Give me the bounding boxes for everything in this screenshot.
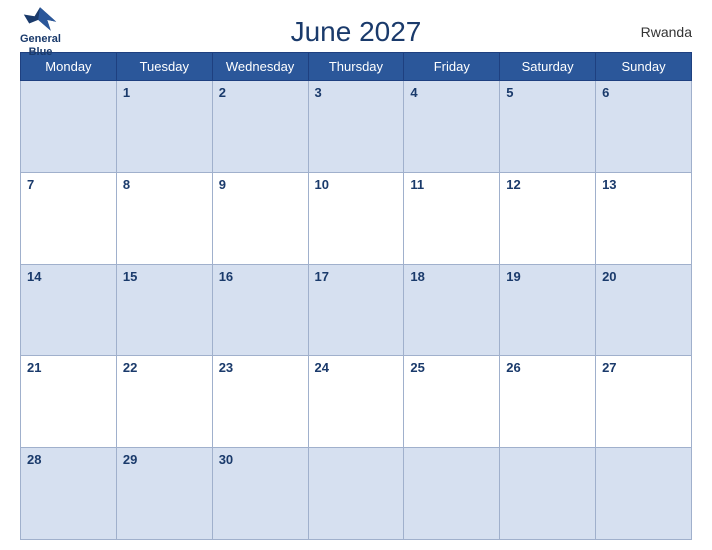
calendar-cell: 16 (212, 264, 308, 356)
calendar-cell: 22 (116, 356, 212, 448)
calendar-cell: 9 (212, 172, 308, 264)
day-number: 27 (602, 360, 616, 375)
day-number: 17 (315, 269, 329, 284)
calendar-week-row: 7 8 9 10 11 12 13 (21, 172, 692, 264)
weekday-header-sunday: Sunday (596, 53, 692, 81)
day-number: 30 (219, 452, 233, 467)
day-number: 14 (27, 269, 41, 284)
day-number: 4 (410, 85, 417, 100)
calendar-week-row: 21 22 23 24 25 26 27 (21, 356, 692, 448)
calendar-cell: 14 (21, 264, 117, 356)
calendar-cell: 10 (308, 172, 404, 264)
calendar-cell: 27 (596, 356, 692, 448)
calendar-week-row: 28 29 30 (21, 448, 692, 540)
weekday-header-saturday: Saturday (500, 53, 596, 81)
weekday-header-tuesday: Tuesday (116, 53, 212, 81)
calendar-cell: 5 (500, 81, 596, 173)
day-number: 15 (123, 269, 137, 284)
day-number: 19 (506, 269, 520, 284)
logo-line1: General (20, 33, 61, 46)
calendar-cell: 8 (116, 172, 212, 264)
calendar-cell: 7 (21, 172, 117, 264)
day-number: 1 (123, 85, 130, 100)
calendar-cell: 6 (596, 81, 692, 173)
day-number: 6 (602, 85, 609, 100)
logo: General Blue (20, 5, 61, 59)
day-number: 2 (219, 85, 226, 100)
calendar-cell: 20 (596, 264, 692, 356)
calendar-title: June 2027 (291, 16, 422, 48)
calendar-header: General Blue June 2027 Rwanda (20, 16, 692, 48)
day-number: 16 (219, 269, 233, 284)
calendar-cell: 17 (308, 264, 404, 356)
day-number: 13 (602, 177, 616, 192)
day-number: 11 (410, 177, 424, 192)
weekday-header-friday: Friday (404, 53, 500, 81)
calendar-cell: 18 (404, 264, 500, 356)
calendar-cell: 13 (596, 172, 692, 264)
day-number: 3 (315, 85, 322, 100)
weekday-header-thursday: Thursday (308, 53, 404, 81)
day-number: 5 (506, 85, 513, 100)
calendar-cell: 12 (500, 172, 596, 264)
calendar-week-row: 1 2 3 4 5 6 (21, 81, 692, 173)
weekday-header-wednesday: Wednesday (212, 53, 308, 81)
calendar-cell: 2 (212, 81, 308, 173)
calendar-cell: 11 (404, 172, 500, 264)
day-number: 25 (410, 360, 424, 375)
calendar-table: MondayTuesdayWednesdayThursdayFridaySatu… (20, 52, 692, 540)
calendar-cell (500, 448, 596, 540)
calendar-cell: 21 (21, 356, 117, 448)
day-number: 8 (123, 177, 130, 192)
day-number: 29 (123, 452, 137, 467)
calendar-cell: 28 (21, 448, 117, 540)
day-number: 20 (602, 269, 616, 284)
day-number: 23 (219, 360, 233, 375)
calendar-cell: 30 (212, 448, 308, 540)
day-number: 9 (219, 177, 226, 192)
calendar-cell (21, 81, 117, 173)
calendar-cell: 1 (116, 81, 212, 173)
calendar-cell: 4 (404, 81, 500, 173)
day-number: 7 (27, 177, 34, 192)
calendar-cell: 15 (116, 264, 212, 356)
calendar-cell: 3 (308, 81, 404, 173)
calendar-cell (308, 448, 404, 540)
calendar-cell: 25 (404, 356, 500, 448)
day-number: 22 (123, 360, 137, 375)
calendar-cell: 24 (308, 356, 404, 448)
day-number: 12 (506, 177, 520, 192)
calendar-cell: 23 (212, 356, 308, 448)
logo-line2: Blue (29, 46, 53, 59)
weekday-header-row: MondayTuesdayWednesdayThursdayFridaySatu… (21, 53, 692, 81)
day-number: 26 (506, 360, 520, 375)
calendar-cell: 19 (500, 264, 596, 356)
calendar-week-row: 14 15 16 17 18 19 20 (21, 264, 692, 356)
day-number: 18 (410, 269, 424, 284)
calendar-cell (596, 448, 692, 540)
calendar-cell (404, 448, 500, 540)
day-number: 28 (27, 452, 41, 467)
calendar-cell: 29 (116, 448, 212, 540)
day-number: 21 (27, 360, 41, 375)
country-label: Rwanda (641, 24, 692, 40)
day-number: 24 (315, 360, 329, 375)
day-number: 10 (315, 177, 329, 192)
calendar-cell: 26 (500, 356, 596, 448)
